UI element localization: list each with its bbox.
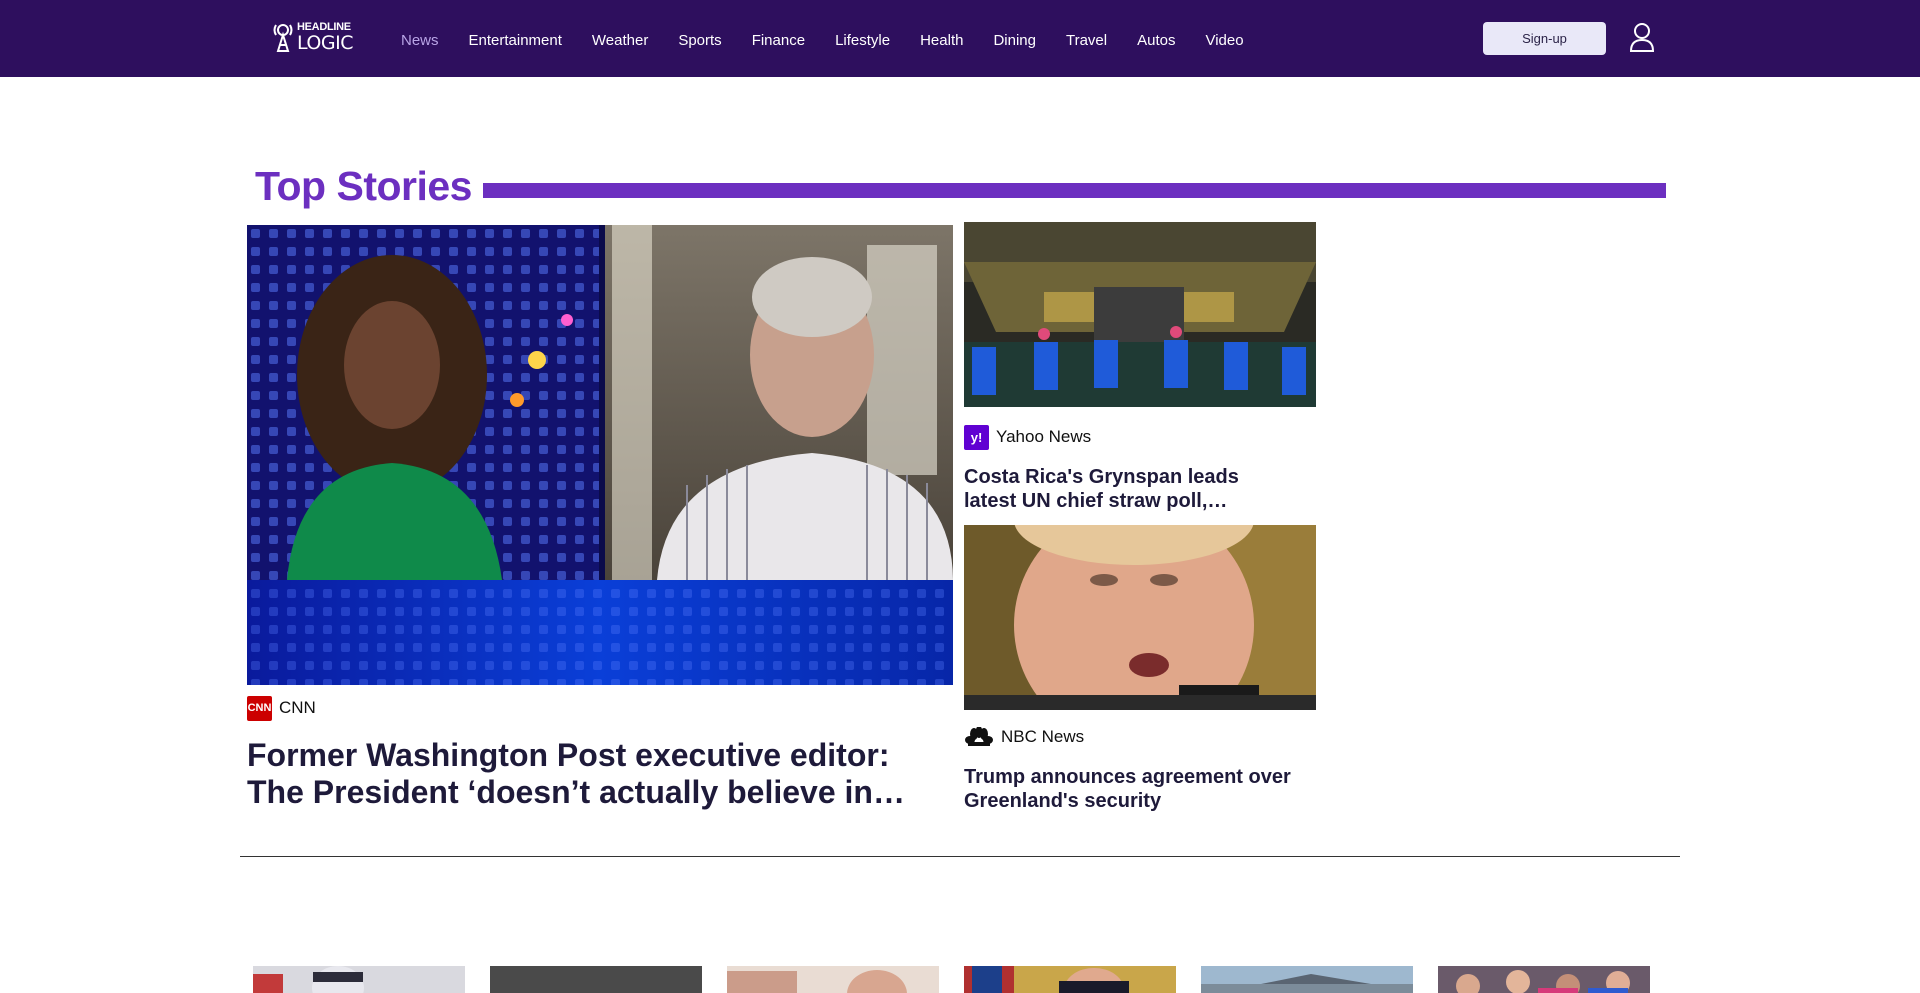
nav-finance[interactable]: Finance	[752, 32, 805, 49]
nav-travel[interactable]: Travel	[1066, 32, 1107, 49]
main-story-image[interactable]	[247, 225, 953, 685]
nbc-peacock-icon	[964, 725, 994, 750]
section-divider	[240, 856, 1680, 857]
top-navigation-bar: HEADLINE LOGIC News Entertainment Weathe…	[0, 0, 1920, 77]
story-thumbnail-6[interactable]	[1438, 966, 1650, 993]
nav-lifestyle[interactable]: Lifestyle	[835, 32, 890, 49]
cnn-logo-icon: CNN	[247, 695, 272, 721]
logo-line2: LOGIC	[297, 31, 353, 54]
section-title-rule	[483, 183, 1666, 198]
main-nav: News Entertainment Weather Sports Financ…	[401, 29, 1274, 51]
yahoo-logo-icon: y!	[964, 424, 989, 450]
story-thumbnail-1[interactable]	[253, 966, 465, 993]
side-story-1-source[interactable]: y! Yahoo News	[964, 424, 1091, 450]
story-thumbnail-5[interactable]	[1201, 966, 1413, 993]
story-thumbnail-3[interactable]	[727, 966, 939, 993]
story-thumbnail-2[interactable]	[490, 966, 702, 993]
source-name: CNN	[279, 698, 316, 717]
source-name: Yahoo News	[996, 427, 1092, 446]
source-name: NBC News	[1001, 727, 1085, 746]
side-story-2-source[interactable]: NBC News	[964, 724, 1084, 750]
logo-line1: HEADLINE	[297, 20, 351, 33]
nav-sports[interactable]: Sports	[678, 32, 721, 49]
logo-mark-icon	[272, 22, 294, 52]
main-story-headline[interactable]: Former Washington Post executive editor:…	[247, 737, 947, 811]
nav-autos[interactable]: Autos	[1137, 32, 1175, 49]
nav-weather[interactable]: Weather	[592, 32, 648, 49]
side-story-2-image[interactable]	[964, 525, 1316, 710]
main-story-source[interactable]: CNN CNN	[247, 695, 316, 721]
nav-video[interactable]: Video	[1205, 32, 1243, 49]
section-title: Top Stories	[255, 163, 472, 209]
side-story-1-headline[interactable]: Costa Rica's Grynspan leads latest UN ch…	[964, 465, 1294, 513]
story-thumbnail-4[interactable]	[964, 966, 1176, 993]
nav-health[interactable]: Health	[920, 32, 963, 49]
side-story-1-image[interactable]	[964, 222, 1316, 407]
headline-logic-logo[interactable]: HEADLINE LOGIC	[272, 20, 362, 54]
user-icon[interactable]	[1628, 22, 1656, 52]
nav-news[interactable]: News	[401, 32, 439, 49]
signup-button[interactable]: Sign-up	[1483, 22, 1606, 55]
side-story-2-headline[interactable]: Trump announces agreement over Greenland…	[964, 765, 1294, 813]
nav-dining[interactable]: Dining	[993, 32, 1036, 49]
nav-entertainment[interactable]: Entertainment	[469, 32, 562, 49]
